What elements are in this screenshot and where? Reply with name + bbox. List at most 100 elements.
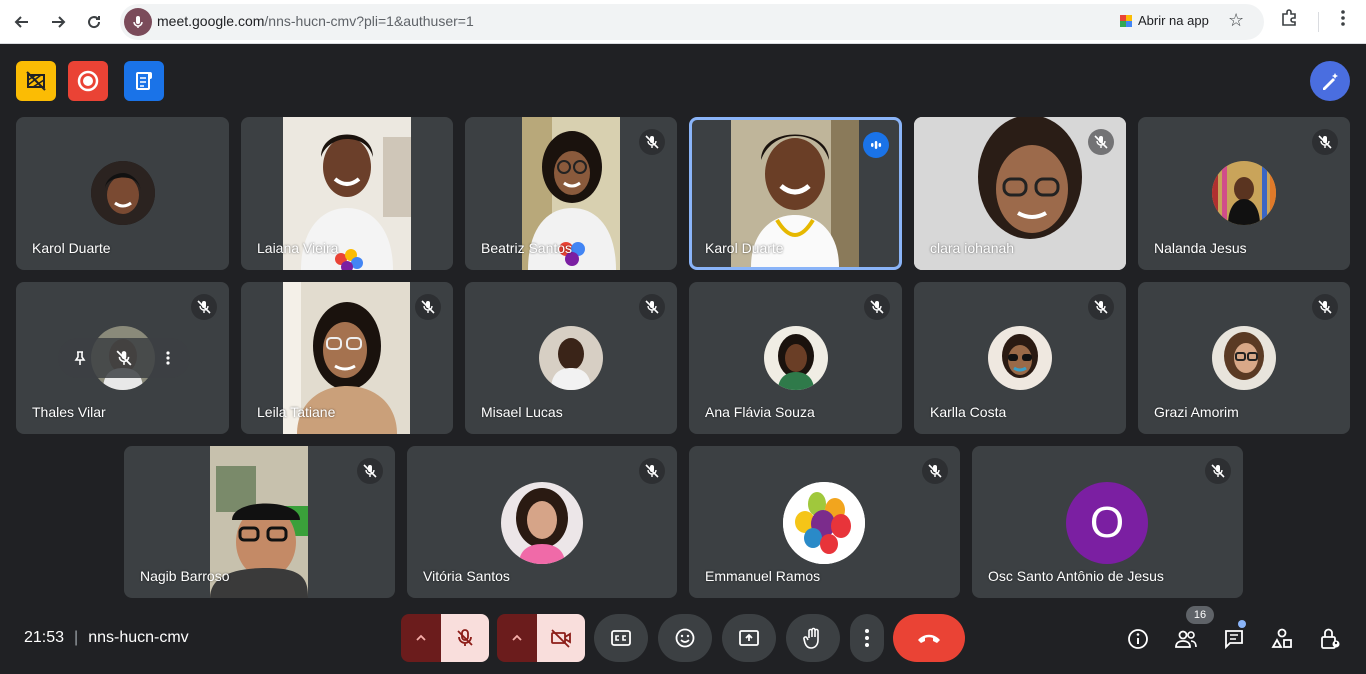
participant-tile[interactable]: clara iohanah [914,117,1126,270]
reload-icon [88,16,101,29]
mic-off-icon [421,300,435,314]
leave-call-button[interactable] [893,614,965,662]
back-button[interactable] [8,8,36,36]
muted-indicator [1205,458,1231,484]
mic-off-icon [363,464,377,478]
tile-hover-controls [58,338,190,378]
participant-tile[interactable]: Nalanda Jesus [1138,117,1350,270]
participant-name: Karol Duarte [705,240,784,256]
participant-tile[interactable]: Emmanuel Ramos [689,446,960,598]
participant-tile[interactable]: Grazi Amorim [1138,282,1350,434]
address-bar[interactable]: meet.google.com/nns-hucn-cmv?pli=1&authu… [120,4,1264,40]
participant-name: Laiana Vieira [257,240,339,256]
video-settings-button[interactable] [497,614,537,662]
initial-avatar: O [1066,482,1148,564]
lock-person-icon [1321,628,1340,649]
no-background-icon [26,71,46,91]
mic-off-icon[interactable] [116,350,132,366]
participant-name: Karlla Costa [930,404,1007,420]
host-controls-button[interactable] [1317,626,1343,652]
emoji-icon [675,628,695,648]
participant-tile[interactable]: Nagib Barroso [124,446,395,598]
participant-tile[interactable]: Karlla Costa [914,282,1126,434]
meeting-time: 21:53 [24,629,65,646]
reactions-button[interactable] [658,614,712,662]
participant-name: Leila Tatiane [257,404,336,420]
microphone-icon [133,16,143,28]
toolbar-divider [1318,12,1319,32]
participant-name: Misael Lucas [481,404,563,420]
meeting-tools-button[interactable] [1310,61,1350,101]
meeting-details-button[interactable] [1125,626,1151,652]
transcript-button[interactable] [124,61,164,101]
open-in-app-label: Abrir na app [1138,13,1209,28]
avatar [539,326,603,390]
participant-tile[interactable]: Vitória Santos [407,446,677,598]
toggle-microphone-button[interactable] [441,614,489,662]
chevron-up-icon [416,634,426,641]
muted-indicator [1312,129,1338,155]
url-path: /nns-hucn-cmv?pli=1&authuser=1 [264,13,474,29]
shapes-icon [1271,628,1292,648]
mic-in-use-indicator[interactable] [124,8,152,36]
effects-button[interactable] [16,61,56,101]
audio-level-icon [871,141,882,149]
open-in-app-button[interactable]: Abrir na app [1120,13,1209,28]
participant-tile[interactable]: Thales Vilar [16,282,229,434]
reload-button[interactable] [80,8,108,36]
magic-pen-icon [1323,73,1338,90]
captions-button[interactable] [594,614,648,662]
chevron-up-icon [512,634,522,641]
people-button[interactable] [1173,626,1199,652]
extensions-icon[interactable] [1280,9,1298,32]
microphone-control [401,614,489,662]
present-icon [739,630,759,646]
url-host: meet.google.com [157,13,265,29]
mic-off-icon [1211,464,1225,478]
closed-captions-icon [611,630,631,646]
toggle-camera-button[interactable] [537,614,585,662]
audio-settings-button[interactable] [401,614,441,662]
participant-name: Vitória Santos [423,568,510,584]
participant-tile[interactable]: Leila Tatiane [241,282,453,434]
participant-name: Emmanuel Ramos [705,568,821,584]
participant-tile-active-speaker[interactable]: Karol Duarte [689,117,902,270]
avatar [91,161,155,225]
muted-indicator [639,129,665,155]
muted-indicator [1312,294,1338,320]
pin-icon[interactable] [72,350,88,366]
participant-tile[interactable]: O Osc Santo Antônio de Jesus [972,446,1243,598]
participant-name: Nagib Barroso [140,568,230,584]
meet-logo-icon [1120,14,1132,27]
participant-name: Nalanda Jesus [1154,240,1247,256]
info-icon [1128,629,1148,649]
browser-menu-icon[interactable] [1334,9,1352,32]
participant-tile[interactable]: Karol Duarte [16,117,229,270]
more-options-button[interactable] [850,614,884,662]
bookmark-star-icon[interactable]: ☆ [1228,10,1244,31]
participant-count-badge: 16 [1186,606,1214,624]
participant-tile[interactable]: Beatriz Santos [465,117,677,270]
participant-tile[interactable]: Ana Flávia Souza [689,282,902,434]
participant-name: clara iohanah [930,240,1015,256]
mic-off-icon [645,300,659,314]
recording-button[interactable] [68,61,108,101]
more-options-icon[interactable] [160,350,176,366]
muted-indicator [357,458,383,484]
mic-off-icon [645,135,659,149]
chat-button[interactable] [1221,626,1247,652]
forward-button[interactable] [44,8,72,36]
participant-name: Thales Vilar [32,404,106,420]
raise-hand-button[interactable] [786,614,840,662]
divider: | [74,629,79,646]
present-screen-button[interactable] [722,614,776,662]
record-icon [77,70,99,92]
participant-name: Ana Flávia Souza [705,404,815,420]
mic-off-icon [1094,300,1108,314]
muted-indicator [864,294,890,320]
unread-dot [1238,620,1246,628]
participant-tile[interactable]: Misael Lucas [465,282,677,434]
avatar [1212,161,1276,225]
activities-button[interactable] [1269,626,1295,652]
participant-tile[interactable]: Laiana Vieira [241,117,453,270]
